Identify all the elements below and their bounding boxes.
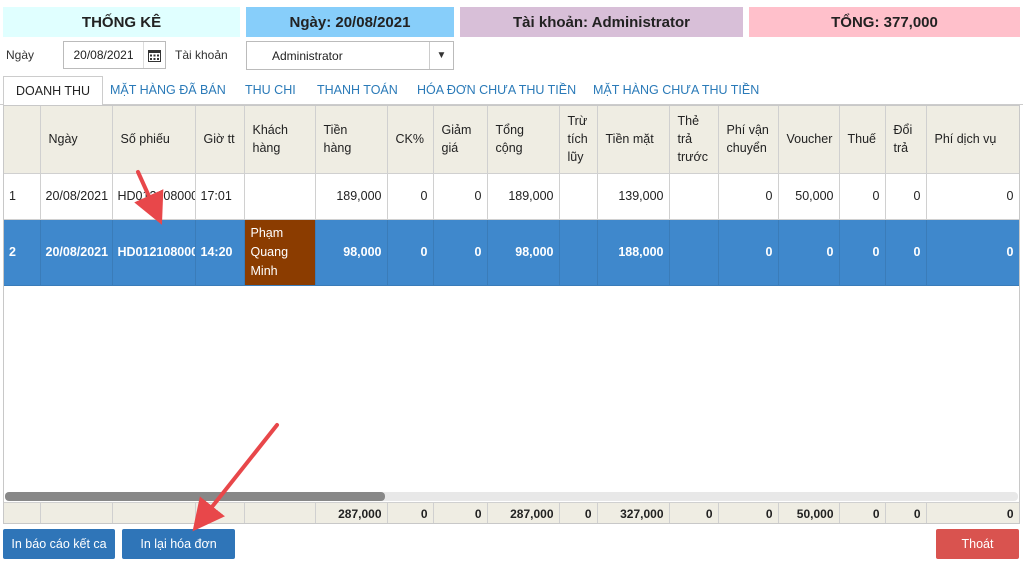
tab-hoa-don-chua-thu-tien[interactable]: HÓA ĐƠN CHƯA THU TIỀN <box>417 76 576 105</box>
chevron-down-icon[interactable]: ▼ <box>429 42 453 69</box>
total-prepaid-card: 0 <box>669 502 719 523</box>
horizontal-scrollbar[interactable] <box>5 492 1018 501</box>
column-header[interactable] <box>4 106 41 174</box>
column-header[interactable]: CK% <box>387 106 434 174</box>
date-value[interactable]: 20/08/2021 <box>64 48 143 62</box>
total-summary: TỔNG: 377,000 <box>749 7 1020 37</box>
total-total: 287,000 <box>487 502 560 523</box>
account-select[interactable]: Administrator ▼ <box>246 41 454 70</box>
cell-voucher: 50,000 <box>778 173 840 220</box>
cell-discount-percent: 0 <box>387 173 434 220</box>
total-return: 0 <box>885 502 927 523</box>
row-number: 1 <box>4 173 41 220</box>
cell-return: 0 <box>885 173 927 220</box>
date-label: Ngày <box>6 48 35 62</box>
total-points-deduction: 0 <box>559 502 598 523</box>
total-empty <box>112 502 196 523</box>
account-label: Tài khoản <box>175 48 228 62</box>
revenue-table: Ngày Số phiếu Giờ tt Khách hàng Tiền hàn… <box>3 105 1020 524</box>
calendar-icon[interactable] <box>143 42 165 68</box>
total-empty <box>4 502 41 523</box>
cell-total: 189,000 <box>487 173 560 220</box>
cell-service-fee: 0 <box>926 219 1019 286</box>
cell-discount: 0 <box>433 173 488 220</box>
column-header[interactable]: Thuế <box>839 106 886 174</box>
column-header[interactable]: Voucher <box>778 106 840 174</box>
cell-goods-amount: 98,000 <box>315 219 388 286</box>
cell-points-deduction <box>559 219 598 286</box>
cell-time: 17:01 <box>195 173 245 220</box>
table-header: Ngày Số phiếu Giờ tt Khách hàng Tiền hàn… <box>4 106 1019 174</box>
date-summary: Ngày: 20/08/2021 <box>246 7 454 37</box>
tab-thanh-toan[interactable]: THANH TOÁN <box>317 76 398 105</box>
cell-points-deduction <box>559 173 598 220</box>
column-header[interactable]: Khách hàng <box>244 106 316 174</box>
column-header[interactable]: Ngày <box>40 106 113 174</box>
filter-bar: Ngày 20/08/2021 Tài khoản Administrator … <box>0 41 1023 70</box>
cell-return: 0 <box>885 219 927 286</box>
tab-bar: DOANH THU MẶT HÀNG ĐÃ BÁN THU CHI THANH … <box>0 76 1023 106</box>
cell-voucher: 0 <box>778 219 840 286</box>
total-empty <box>40 502 113 523</box>
page-title: THỐNG KÊ <box>3 7 240 37</box>
row-number: 2 <box>4 219 41 286</box>
tab-mat-hang-chua-thu-tien[interactable]: MẶT HÀNG CHƯA THU TIỀN <box>593 76 759 105</box>
date-picker[interactable]: 20/08/2021 <box>63 41 166 69</box>
column-header[interactable]: Trừ tích lũy <box>559 106 598 174</box>
cell-shipping-fee: 0 <box>718 219 779 286</box>
tab-thu-chi[interactable]: THU CHI <box>245 76 296 105</box>
tab-doanh-thu[interactable]: DOANH THU <box>3 76 104 106</box>
cell-invoice-number: HD012108000 <box>112 219 196 286</box>
cell-prepaid-card <box>669 219 719 286</box>
total-tax: 0 <box>839 502 886 523</box>
column-header[interactable]: Tiền hàng <box>315 106 388 174</box>
column-header[interactable]: Số phiếu <box>112 106 196 174</box>
cell-cash: 139,000 <box>597 173 670 220</box>
total-shipping-fee: 0 <box>718 502 779 523</box>
account-summary: Tài khoản: Administrator <box>460 7 743 37</box>
column-header[interactable]: Đổi trả <box>885 106 927 174</box>
cell-time: 14:20 <box>195 219 245 286</box>
table-row[interactable]: 1 20/08/2021 HD012108000 17:01 189,000 0… <box>4 173 1019 220</box>
cell-date: 20/08/2021 <box>40 173 113 220</box>
scrollbar-thumb[interactable] <box>5 492 385 501</box>
total-empty <box>195 502 245 523</box>
print-shift-report-button[interactable]: In báo cáo kết ca <box>3 529 115 559</box>
column-header[interactable]: Tổng cộng <box>487 106 560 174</box>
total-discount: 0 <box>433 502 488 523</box>
account-value[interactable]: Administrator <box>247 49 429 63</box>
total-service-fee: 0 <box>926 502 1019 523</box>
cell-customer <box>244 173 316 220</box>
cell-tax: 0 <box>839 173 886 220</box>
tab-mat-hang-da-ban[interactable]: MẶT HÀNG ĐÃ BÁN <box>110 76 226 105</box>
column-header[interactable]: Thẻ trả trước <box>669 106 719 174</box>
cell-discount: 0 <box>433 219 488 286</box>
total-empty <box>244 502 316 523</box>
column-header[interactable]: Phí vận chuyển <box>718 106 779 174</box>
summary-bar: THỐNG KÊ Ngày: 20/08/2021 Tài khoản: Adm… <box>0 7 1023 37</box>
cell-total: 98,000 <box>487 219 560 286</box>
total-discount-percent: 0 <box>387 502 434 523</box>
column-header[interactable]: Giờ tt <box>195 106 245 174</box>
cell-date: 20/08/2021 <box>40 219 113 286</box>
reprint-invoice-button[interactable]: In lại hóa đơn <box>122 529 235 559</box>
cell-shipping-fee: 0 <box>718 173 779 220</box>
cell-prepaid-card <box>669 173 719 220</box>
column-header[interactable]: Phí dịch vụ <box>926 106 1019 174</box>
cell-customer: Phạm Quang Minh <box>244 219 316 286</box>
cell-tax: 0 <box>839 219 886 286</box>
column-header[interactable]: Giảm giá <box>433 106 488 174</box>
column-header[interactable]: Tiền mặt <box>597 106 670 174</box>
total-goods-amount: 287,000 <box>315 502 388 523</box>
cell-invoice-number: HD012108000 <box>112 173 196 220</box>
exit-button[interactable]: Thoát <box>936 529 1019 559</box>
total-cash: 327,000 <box>597 502 670 523</box>
cell-cash: 188,000 <box>597 219 670 286</box>
cell-discount-percent: 0 <box>387 219 434 286</box>
cell-goods-amount: 189,000 <box>315 173 388 220</box>
table-row-selected[interactable]: 2 20/08/2021 HD012108000 14:20 Phạm Quan… <box>4 219 1019 286</box>
cell-service-fee: 0 <box>926 173 1019 220</box>
total-voucher: 50,000 <box>778 502 840 523</box>
